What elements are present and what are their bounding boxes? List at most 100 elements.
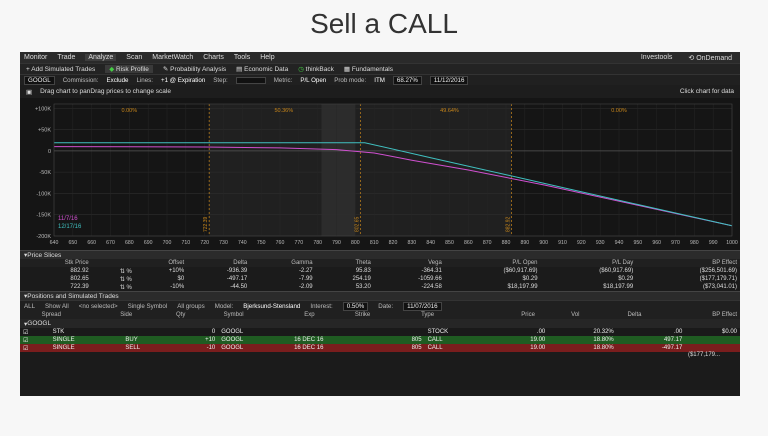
position-cell: $0.00: [721, 329, 737, 335]
position-header-cell[interactable]: Type: [418, 311, 477, 319]
chart-settings-icon[interactable]: ▣: [26, 88, 32, 96]
y-tick-label: -50K: [39, 170, 51, 176]
price-slice-cell: ($60,917.69): [503, 268, 538, 274]
filter-all[interactable]: ALL: [24, 303, 35, 310]
price-slice-cell[interactable]: 802.65: [20, 275, 92, 283]
position-group-googl[interactable]: ▾ GOOGL: [20, 319, 740, 328]
position-header-cell[interactable]: Spread: [38, 311, 118, 319]
menu-investools[interactable]: Investools: [641, 54, 673, 62]
position-header-cell[interactable]: BP Effect: [644, 311, 740, 319]
step-input[interactable]: [235, 76, 266, 84]
filter-selected[interactable]: <no selected>: [79, 303, 118, 310]
position-row[interactable]: ☑ SINGLE BUY +10 GOOGL 16 DEC 16 805 CALL 19.00 1…: [20, 336, 740, 344]
menu-scan[interactable]: Scan: [126, 54, 142, 61]
position-header-cell[interactable]: Qty: [173, 311, 221, 319]
price-slice-cell: -364.31: [421, 268, 442, 274]
subtab-fundamentals[interactable]: ▦ Fundamentals: [344, 65, 393, 73]
subtab-economic-data[interactable]: ▤ Economic Data: [236, 65, 288, 73]
metric-value[interactable]: P/L Open: [300, 77, 326, 84]
x-tick-label: 880: [502, 240, 511, 246]
menu-charts[interactable]: Charts: [203, 54, 224, 61]
menu-help[interactable]: Help: [260, 54, 274, 61]
interest-input[interactable]: 0.50%: [342, 301, 369, 311]
position-header-cell[interactable]: Delta: [582, 311, 645, 319]
subtab-label: Economic Data: [244, 66, 289, 73]
row-checkbox[interactable]: ☑: [20, 344, 50, 352]
ondemand-label: OnDemand: [696, 54, 732, 62]
position-header-cell[interactable]: Symbol: [220, 311, 302, 319]
position-header-cell[interactable]: Strike: [351, 311, 419, 319]
subtab-label: Add Simulated Trades: [31, 65, 96, 73]
lines-value[interactable]: +1 @ Expiration: [161, 77, 205, 84]
subtab-thinkback[interactable]: ◷ thinkBack: [298, 65, 334, 73]
x-tick-label: 900: [539, 240, 548, 246]
position-cell: CALL: [427, 345, 443, 351]
offset-stepper[interactable]: ⇅ %: [92, 267, 135, 275]
subtab-label: thinkBack: [305, 66, 334, 73]
menu-ondemand[interactable]: ⟲ OnDemand: [688, 54, 732, 62]
price-slice-row[interactable]: 722.39 ⇅ % -10% -44.50 -2.09 53.20 -224.58 $18,…: [20, 283, 740, 291]
commission-label: Commission:: [62, 76, 99, 84]
offset-stepper[interactable]: ⇅ %: [92, 283, 135, 291]
positions-header: ▾ Positions and Simulated Trades: [20, 291, 740, 300]
filter-show[interactable]: Show All: [45, 303, 69, 310]
subtab-add-simulated-trades[interactable]: + Add Simulated Trades: [26, 66, 95, 73]
position-cell[interactable]: 19.00: [494, 344, 549, 352]
price-slice-cell[interactable]: 722.39: [20, 283, 92, 291]
filter-groups[interactable]: All groups: [177, 303, 205, 310]
model-value[interactable]: Bjerksund-Stensland: [243, 303, 300, 310]
probability-input[interactable]: 68.27%: [392, 75, 422, 85]
menu-tools[interactable]: Tools: [234, 54, 250, 61]
metric-label: Metric:: [273, 76, 293, 84]
offset-stepper[interactable]: ⇅ %: [92, 275, 135, 283]
position-header-cell[interactable]: Exp: [301, 311, 352, 319]
prob-mode-value[interactable]: ITM: [374, 77, 385, 84]
subtab-probability-analysis[interactable]: ✎ Probability Analysis: [163, 65, 226, 73]
position-header-cell[interactable]: Vol: [537, 311, 583, 319]
x-tick-label: 910: [558, 240, 567, 246]
x-tick-label: 990: [709, 240, 718, 246]
x-tick-label: 800: [351, 240, 360, 246]
chart-svg[interactable]: +100K+50K0-50K-100K-150K-200K640 650 660 67…: [20, 98, 740, 250]
slice-header-cell: Offset: [134, 259, 188, 267]
position-cell[interactable]: -10: [176, 344, 218, 352]
position-cell: 16 DEC 16: [294, 345, 324, 351]
date-input[interactable]: 11/12/2016: [429, 75, 469, 85]
risk-profile-chart[interactable]: +100K +50K 0 -50K -100K -150K -200K 640 650 660 67…: [20, 98, 740, 250]
position-row[interactable]: ☑ STK 0 GOOGL STOCK .00 20.32% .00 $0.00: [20, 328, 740, 336]
row-checkbox[interactable]: ☑: [20, 328, 50, 336]
position-cell[interactable]: +10: [176, 336, 218, 344]
row-checkbox[interactable]: ☑: [20, 336, 50, 344]
menu-monitor[interactable]: Monitor: [24, 54, 47, 61]
trading-platform-window: Monitor Trade Analyze Scan MarketWatch C…: [20, 52, 740, 396]
positions-date-input[interactable]: 11/07/2016: [403, 301, 442, 311]
position-cell[interactable]: .00: [494, 328, 549, 336]
positions-table: Spread Side Qty Symbol Exp Strike Type Price Vol…: [20, 311, 740, 319]
commission-value[interactable]: Exclude: [106, 77, 128, 84]
price-slice-cell[interactable]: -10%: [135, 283, 187, 291]
price-slice-cell[interactable]: $0: [135, 275, 187, 283]
price-slice-row[interactable]: 882.92 ⇅ % +10% -936.39 -2.27 95.83 -364.31 ($6…: [20, 267, 740, 275]
position-cell: SELL: [125, 345, 141, 351]
select-all-checkbox[interactable]: [20, 311, 39, 319]
filter-symbol-mode[interactable]: Single Symbol: [128, 303, 168, 310]
x-tick-label: 930: [596, 240, 605, 246]
position-header-cell[interactable]: Price: [477, 311, 538, 319]
probability-zone-label: 50.36%: [274, 108, 293, 114]
group-symbol: GOOGL: [27, 320, 52, 327]
position-row[interactable]: ☑ SINGLE SELL -10 GOOGL 16 DEC 16 805 CALL 19.00…: [20, 344, 740, 352]
position-header-cell[interactable]: Side: [117, 311, 174, 319]
menu-trade[interactable]: Trade: [57, 54, 75, 61]
position-cell[interactable]: 0: [176, 328, 218, 336]
price-slice-cell[interactable]: +10%: [135, 267, 187, 275]
x-tick-label: 640: [50, 240, 59, 246]
menu-analyze[interactable]: Analyze: [85, 54, 117, 61]
position-cell: GOOGL: [221, 345, 244, 351]
menu-marketwatch[interactable]: MarketWatch: [152, 54, 193, 61]
price-slice-cell[interactable]: 882.92: [20, 267, 92, 275]
price-slice-row[interactable]: 802.65 ⇅ % $0 -497.17 -7.99 254.19 -1059.66 $0.…: [20, 275, 740, 283]
position-cell[interactable]: 19.00: [494, 336, 549, 344]
symbol-selector[interactable]: GOOGL: [24, 75, 55, 85]
positions-head: Spread Side Qty Symbol Exp Strike Type Price Vol…: [20, 311, 740, 319]
subtab-risk-profile[interactable]: ◆ Risk Profile: [105, 65, 153, 73]
